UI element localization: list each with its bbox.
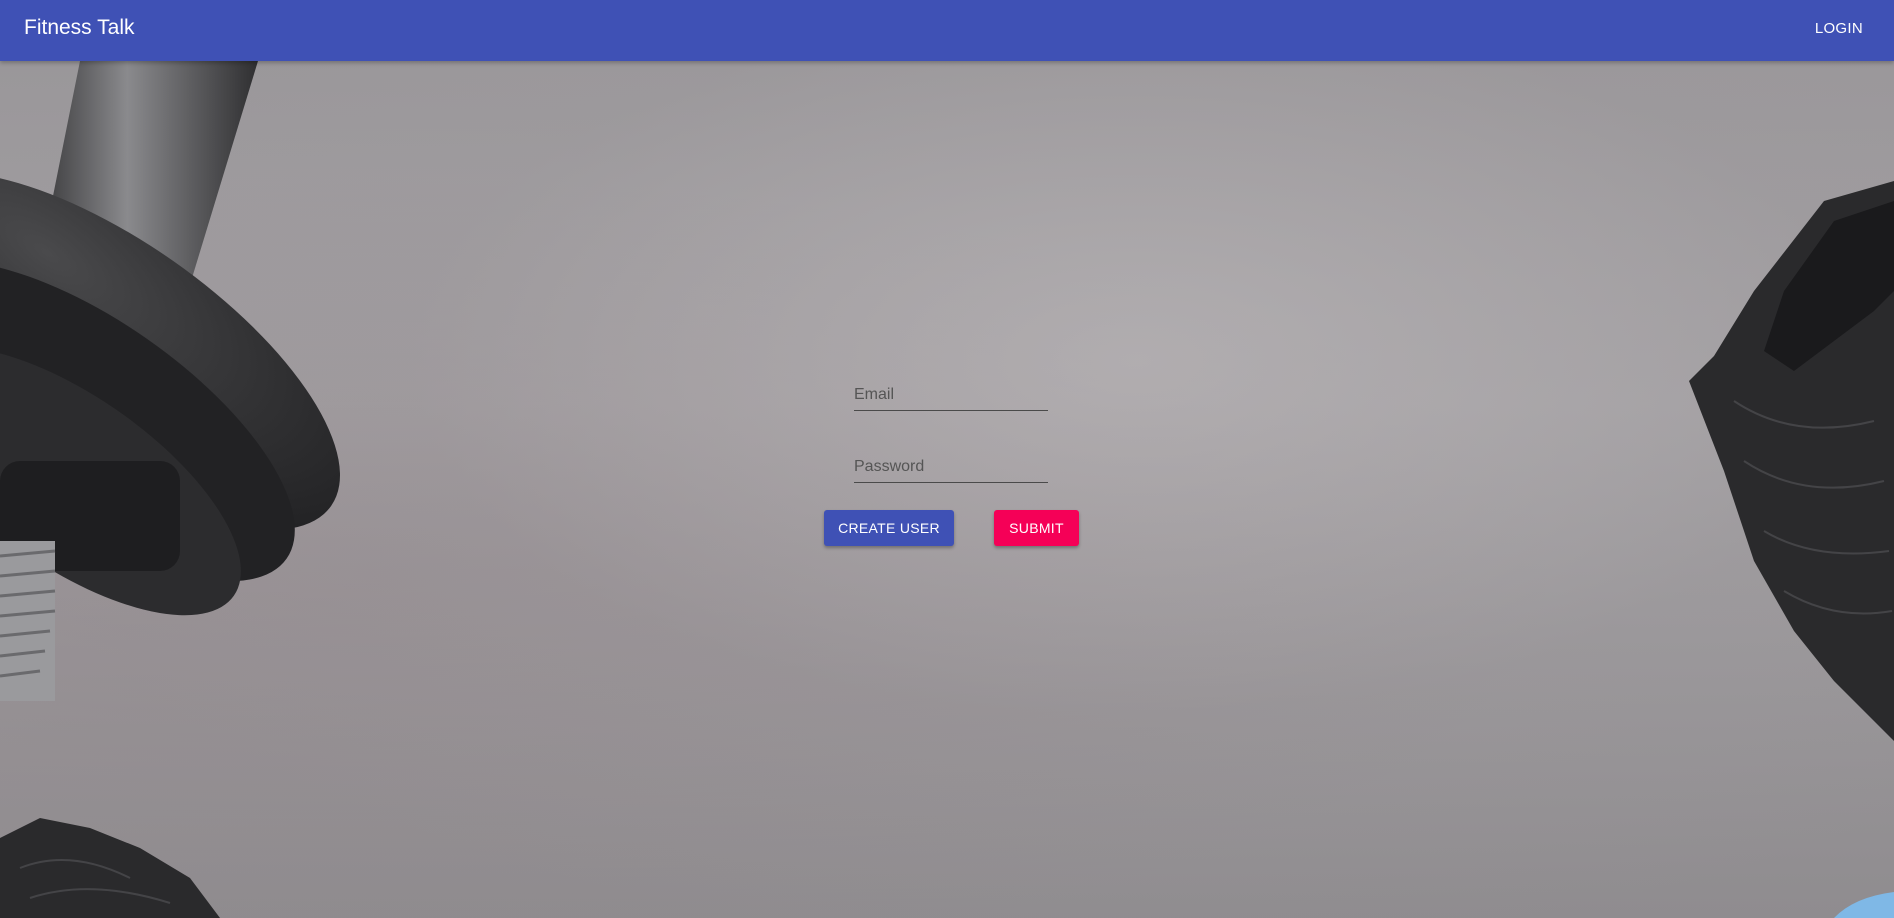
password-field-container [854,452,1048,483]
email-field-container [854,380,1048,411]
glove-bottom-image [0,818,220,918]
background-image [0,61,1894,918]
dumbbell-image [0,61,340,701]
create-user-button[interactable]: CREATE USER [824,510,954,546]
water-bottle-image [1834,892,1894,918]
app-title: Fitness Talk [24,16,135,39]
glove-image [1689,181,1894,741]
password-input[interactable] [854,452,1048,482]
email-input[interactable] [854,380,1048,410]
submit-button[interactable]: SUBMIT [994,510,1079,546]
app-bar: Fitness Talk LOGIN [0,0,1894,61]
login-button[interactable]: LOGIN [1815,20,1863,37]
